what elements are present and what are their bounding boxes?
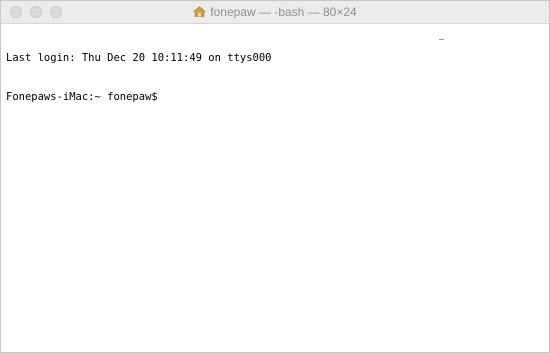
terminal-output[interactable]: Last login: Thu Dec 20 10:11:49 on ttys0… xyxy=(6,26,544,130)
shell-prompt: Fonepaws-iMac:~ fonepaw$ xyxy=(6,91,165,103)
window-title: fonepaw — -bash — 80×24 xyxy=(210,5,357,19)
title-bar[interactable]: fonepaw — -bash — 80×24 xyxy=(1,1,549,24)
window-title-wrap: fonepaw — -bash — 80×24 xyxy=(1,5,549,19)
terminal-artifact xyxy=(439,39,444,40)
prompt-line[interactable]: Fonepaws-iMac:~ fonepaw$ xyxy=(6,91,544,104)
home-folder-icon xyxy=(193,6,207,17)
terminal-window: fonepaw — -bash — 80×24 Last login: Thu … xyxy=(0,0,550,353)
last-login-line: Last login: Thu Dec 20 10:11:49 on ttys0… xyxy=(6,52,272,64)
